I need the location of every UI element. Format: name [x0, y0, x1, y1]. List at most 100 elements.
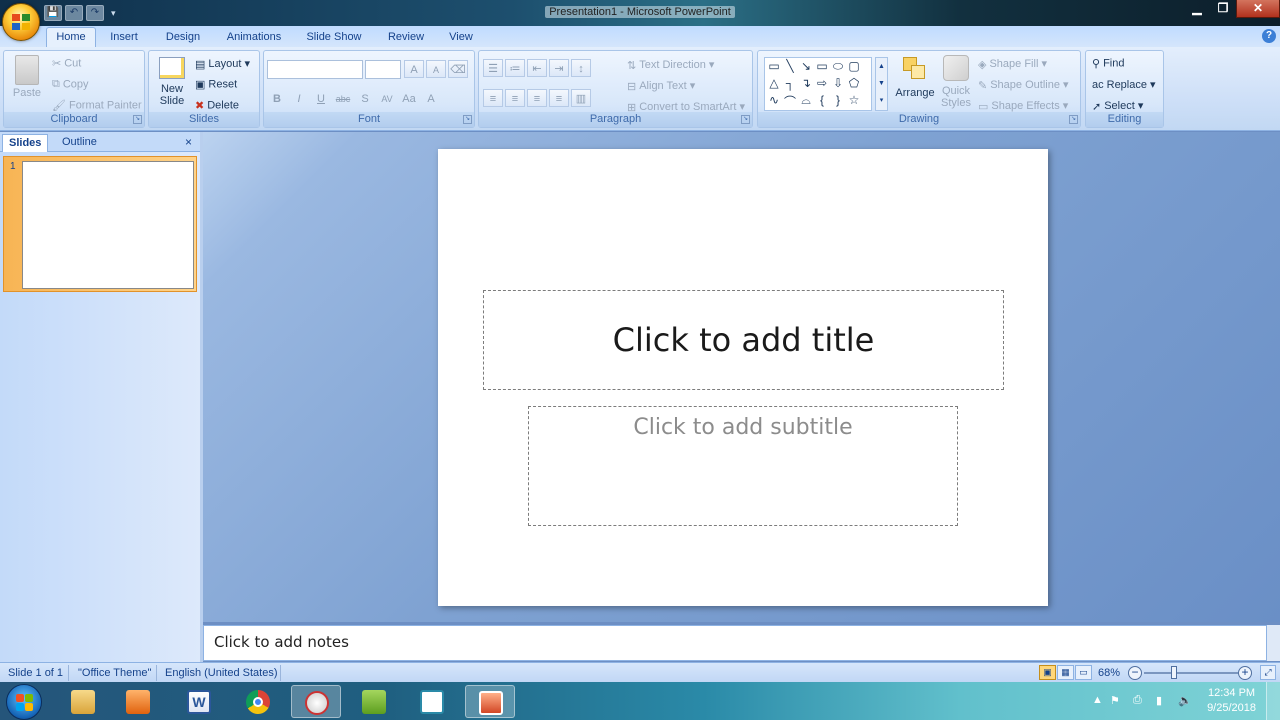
title-placeholder[interactable]: Click to add title — [483, 290, 1004, 390]
columns-icon[interactable]: ▥ — [571, 89, 591, 107]
undo-icon[interactable]: ↶ — [65, 5, 83, 21]
close-icon[interactable]: ✕ — [1236, 0, 1280, 18]
numbering-icon[interactable]: ≔ — [505, 59, 525, 77]
select-button[interactable]: ➚ Select ▾ — [1092, 99, 1143, 113]
left-brace-shape-icon[interactable]: { — [815, 93, 829, 107]
redo-icon[interactable]: ↷ — [86, 5, 104, 21]
taskbar-recorder[interactable] — [407, 685, 457, 718]
tab-slides[interactable]: Slides — [2, 134, 49, 152]
dialog-launcher-icon[interactable]: ↘ — [463, 115, 472, 124]
grow-font-button[interactable]: A — [404, 60, 424, 78]
shapes-scroll[interactable]: ▲ ▼ ▾ — [875, 57, 888, 111]
slide-thumbnail-selected[interactable]: 1 — [3, 156, 197, 292]
line-spacing-icon[interactable]: ↕ — [571, 59, 591, 77]
align-center-icon[interactable]: ≡ — [505, 89, 525, 107]
shape-fill-button[interactable]: ◈ Shape Fill ▾ — [978, 57, 1047, 71]
zoom-slider[interactable] — [1144, 672, 1238, 674]
volume-icon[interactable]: 🔈 — [1178, 694, 1192, 707]
shapes-gallery[interactable]: ▭ ╲ ↘ ▭ ⬭ ▢ △ ┐ ↴ ⇨ ⇩ ⬠ ∿ ⌒ ⌓ { } ☆ — [764, 57, 872, 111]
customize-qat-icon[interactable]: ▾ — [111, 8, 116, 19]
subtitle-placeholder[interactable]: Click to add subtitle — [528, 406, 958, 526]
character-spacing-button[interactable]: AV — [377, 89, 397, 107]
normal-view-icon[interactable]: ▣ — [1039, 665, 1056, 680]
shrink-font-button[interactable]: A — [426, 60, 446, 78]
star-shape-icon[interactable]: ☆ — [847, 93, 861, 107]
right-brace-shape-icon[interactable]: } — [831, 93, 845, 107]
tab-animations[interactable]: Animations — [222, 28, 286, 48]
italic-button[interactable]: I — [289, 89, 309, 107]
pentagon-shape-icon[interactable]: ⬠ — [847, 76, 861, 90]
align-text-button[interactable]: ⊟ Align Text ▾ — [627, 79, 695, 93]
slide-thumbnail[interactable] — [22, 161, 194, 289]
freeform-shape-icon[interactable]: ∿ — [767, 93, 781, 107]
right-arrow-shape-icon[interactable]: ⇨ — [815, 76, 829, 90]
taskbar-android-app[interactable] — [349, 685, 399, 718]
taskbar-snipping-tool[interactable] — [291, 685, 341, 718]
slide-canvas[interactable]: Click to add title Click to add subtitle — [438, 149, 1048, 606]
font-size-dropdown[interactable] — [365, 60, 401, 79]
text-direction-button[interactable]: ⇅ Text Direction ▾ — [627, 58, 714, 72]
taskbar-powerpoint[interactable] — [465, 685, 515, 718]
shadow-button[interactable]: S — [355, 89, 375, 107]
slide-sorter-icon[interactable]: ▦ — [1057, 665, 1074, 680]
dialog-launcher-icon[interactable]: ↘ — [741, 115, 750, 124]
zoom-slider-handle[interactable] — [1171, 666, 1177, 679]
show-desktop-button[interactable] — [1266, 682, 1280, 720]
replace-button[interactable]: ac Replace ▾ — [1092, 78, 1156, 91]
reset-button[interactable]: ▣ Reset — [195, 78, 237, 91]
notes-pane[interactable]: Click to add notes — [203, 625, 1267, 661]
taskbar-media-player[interactable] — [113, 685, 163, 718]
tab-home[interactable]: Home — [46, 27, 96, 49]
bold-button[interactable]: B — [267, 89, 287, 107]
textbox-shape-icon[interactable]: ▭ — [767, 59, 781, 73]
layout-button[interactable]: ▤ Layout ▾ — [195, 57, 250, 71]
clear-formatting-button[interactable]: ⌫ — [448, 60, 468, 78]
network-icon[interactable]: ▮ — [1156, 694, 1162, 707]
find-button[interactable]: ⚲ Find — [1092, 57, 1124, 70]
tab-slide-show[interactable]: Slide Show — [302, 28, 366, 48]
tab-design[interactable]: Design — [160, 28, 206, 48]
taskbar-word[interactable]: W — [174, 685, 224, 718]
decrease-indent-icon[interactable]: ⇤ — [527, 59, 547, 77]
fit-to-window-icon[interactable]: ⤢ — [1260, 665, 1276, 680]
dialog-launcher-icon[interactable]: ↘ — [1069, 115, 1078, 124]
quick-styles-button[interactable]: Quick Styles — [938, 55, 974, 109]
elbow-connector-icon[interactable]: ┐ — [783, 76, 797, 90]
shape-effects-button[interactable]: ▭ Shape Effects ▾ — [978, 99, 1068, 113]
format-painter-button[interactable]: 🖌 Format Painter — [52, 99, 142, 112]
restore-icon[interactable]: ❐ — [1210, 0, 1236, 18]
cut-button[interactable]: ✂ Cut — [52, 57, 81, 70]
oval-shape-icon[interactable]: ⬭ — [831, 59, 845, 74]
elbow-arrow-icon[interactable]: ↴ — [799, 76, 813, 90]
flag-icon[interactable]: ⚑ — [1110, 694, 1120, 707]
rounded-rectangle-shape-icon[interactable]: ▢ — [847, 59, 861, 73]
line-shape-icon[interactable]: ╲ — [783, 59, 797, 73]
shape-outline-button[interactable]: ✎ Shape Outline ▾ — [978, 78, 1069, 92]
font-color-button[interactable]: A — [421, 89, 441, 107]
tab-outline[interactable]: Outline — [56, 134, 103, 152]
new-slide-button[interactable]: New Slide — [155, 57, 189, 107]
language-indicator[interactable]: English (United States) — [165, 667, 278, 679]
bullets-icon[interactable]: ☰ — [483, 59, 503, 77]
align-right-icon[interactable]: ≡ — [527, 89, 547, 107]
taskbar-explorer[interactable] — [58, 685, 108, 718]
zoom-out-icon[interactable]: − — [1128, 666, 1142, 680]
show-hidden-icons[interactable]: ▲ — [1092, 694, 1103, 706]
font-name-dropdown[interactable] — [267, 60, 363, 79]
zoom-level[interactable]: 68% — [1098, 667, 1120, 679]
increase-indent-icon[interactable]: ⇥ — [549, 59, 569, 77]
tab-view[interactable]: View — [444, 28, 478, 48]
arrange-button[interactable]: Arrange — [893, 55, 937, 99]
underline-button[interactable]: U — [311, 89, 331, 107]
device-icon[interactable]: ⎙ — [1133, 694, 1142, 707]
slide-show-view-icon[interactable]: ▭ — [1075, 665, 1092, 680]
copy-button[interactable]: ⧉ Copy — [52, 78, 89, 91]
strikethrough-button[interactable]: abc — [333, 89, 353, 107]
save-icon[interactable]: 💾 — [44, 5, 62, 21]
curve-shape-icon[interactable]: ⌓ — [799, 93, 813, 108]
notes-scrollbar[interactable] — [1267, 625, 1280, 661]
triangle-shape-icon[interactable]: △ — [767, 76, 781, 90]
taskbar-chrome[interactable] — [233, 685, 283, 718]
system-clock[interactable]: 12:34 PM 9/25/2018 — [1207, 686, 1256, 716]
start-button[interactable] — [6, 684, 42, 720]
